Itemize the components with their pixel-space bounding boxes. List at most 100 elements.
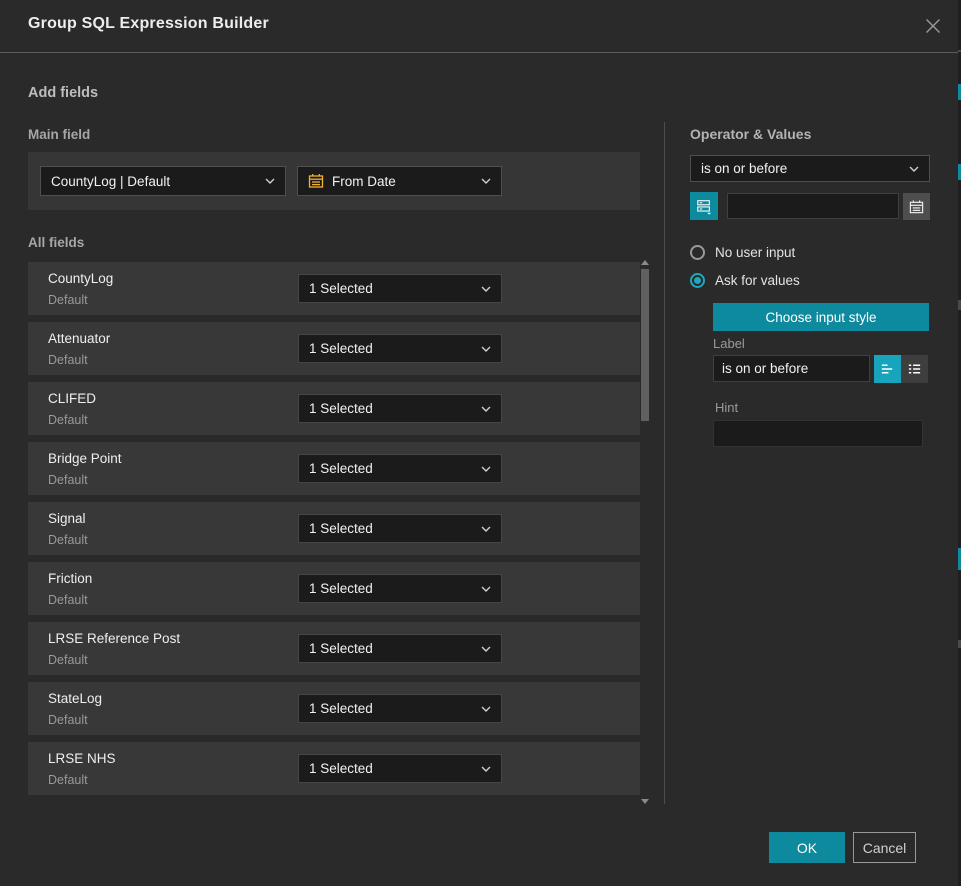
chevron-down-icon [481, 646, 491, 652]
field-row-attenuator: Attenuator Default 1 Selected [28, 322, 640, 375]
list-input-style-toggle[interactable] [901, 355, 928, 383]
dropdown-value: is on or before [701, 161, 909, 176]
ask-for-values-radio[interactable]: Ask for values [690, 273, 800, 288]
group-sql-expression-builder-dialog: Group SQL Expression Builder Add fields … [0, 0, 961, 886]
panel-divider [664, 122, 665, 804]
chevron-down-icon [481, 586, 491, 592]
field-subtitle: Default [48, 533, 88, 547]
field-subtitle: Default [48, 653, 88, 667]
field-subtitle: Default [48, 293, 88, 307]
radio-selected-icon [690, 273, 705, 288]
dropdown-value: 1 Selected [309, 581, 481, 596]
ok-button[interactable]: OK [769, 832, 845, 863]
fields-scrollbar[interactable] [640, 258, 650, 806]
main-field-layer-dropdown[interactable]: CountyLog | Default [40, 166, 286, 196]
dropdown-value: 1 Selected [309, 401, 481, 416]
hint-caption: Hint [715, 400, 738, 415]
field-subtitle: Default [48, 473, 88, 487]
chevron-down-icon [481, 706, 491, 712]
field-subtitle: Default [48, 353, 88, 367]
dropdown-value: 1 Selected [309, 641, 481, 656]
cancel-button[interactable]: Cancel [853, 832, 916, 863]
operator-values-heading: Operator & Values [690, 126, 811, 142]
hint-input[interactable] [713, 420, 923, 447]
label-input[interactable] [713, 355, 870, 382]
field-name: Bridge Point [48, 451, 122, 466]
all-fields-list: CountyLog Default 1 Selected Attenuator … [28, 262, 640, 802]
dropdown-value: 1 Selected [309, 521, 481, 536]
list-input-style-icon [907, 362, 922, 376]
field-row-signal: Signal Default 1 Selected [28, 502, 640, 555]
all-fields-heading: All fields [28, 235, 84, 250]
dialog-header: Group SQL Expression Builder [0, 0, 958, 53]
field-row-bridge-point: Bridge Point Default 1 Selected [28, 442, 640, 495]
field-name: Attenuator [48, 331, 110, 346]
close-button[interactable] [923, 16, 943, 36]
dropdown-value: 1 Selected [309, 761, 481, 776]
field-selection-dropdown[interactable]: 1 Selected [298, 514, 502, 543]
chevron-down-icon [481, 346, 491, 352]
date-picker-button[interactable] [903, 193, 930, 220]
main-field-bar: CountyLog | Default From Date [28, 152, 640, 210]
radio-label: No user input [715, 245, 795, 260]
field-row-statelog: StateLog Default 1 Selected [28, 682, 640, 735]
field-name: Friction [48, 571, 92, 586]
dropdown-value: CountyLog | Default [51, 174, 265, 189]
chevron-down-icon [481, 766, 491, 772]
radio-unselected-icon [690, 245, 705, 260]
dialog-title: Group SQL Expression Builder [28, 15, 269, 33]
dropdown-value: From Date [332, 174, 473, 189]
scroll-down-icon[interactable] [641, 799, 649, 804]
date-value-input[interactable] [727, 193, 899, 219]
value-input-style-icon [696, 197, 712, 216]
field-name: CLIFED [48, 391, 96, 406]
field-subtitle: Default [48, 593, 88, 607]
field-name: CountyLog [48, 271, 113, 286]
main-field-heading: Main field [28, 127, 90, 142]
field-selection-dropdown[interactable]: 1 Selected [298, 634, 502, 663]
field-selection-dropdown[interactable]: 1 Selected [298, 754, 502, 783]
no-user-input-radio[interactable]: No user input [690, 245, 795, 260]
main-field-field-dropdown[interactable]: From Date [297, 166, 502, 196]
radio-label: Ask for values [715, 273, 800, 288]
field-row-friction: Friction Default 1 Selected [28, 562, 640, 615]
chevron-down-icon [909, 166, 919, 172]
field-name: LRSE Reference Post [48, 631, 180, 646]
dropdown-value: 1 Selected [309, 461, 481, 476]
field-selection-dropdown[interactable]: 1 Selected [298, 574, 502, 603]
chevron-down-icon [481, 286, 491, 292]
choose-input-style-button[interactable]: Choose input style [713, 303, 929, 331]
field-row-lrse-nhs: LRSE NHS Default 1 Selected [28, 742, 640, 795]
input-style-toggle-group [874, 355, 928, 383]
operator-dropdown[interactable]: is on or before [690, 155, 930, 182]
add-fields-heading: Add fields [28, 85, 98, 101]
value-source-button[interactable] [690, 192, 718, 220]
label-caption: Label [713, 336, 745, 351]
field-selection-dropdown[interactable]: 1 Selected [298, 394, 502, 423]
field-row-lrse-reference-post: LRSE Reference Post Default 1 Selected [28, 622, 640, 675]
calendar-icon [909, 199, 924, 215]
field-name: LRSE NHS [48, 751, 116, 766]
field-subtitle: Default [48, 413, 88, 427]
dropdown-value: 1 Selected [309, 341, 481, 356]
scroll-up-icon[interactable] [641, 260, 649, 265]
text-input-style-toggle[interactable] [874, 355, 901, 383]
field-name: Signal [48, 511, 86, 526]
chevron-down-icon [481, 406, 491, 412]
text-input-style-icon [880, 362, 895, 376]
field-selection-dropdown[interactable]: 1 Selected [298, 334, 502, 363]
chevron-down-icon [481, 466, 491, 472]
chevron-down-icon [481, 526, 491, 532]
field-row-clifed: CLIFED Default 1 Selected [28, 382, 640, 435]
value-input-row [690, 192, 930, 220]
scrollbar-thumb[interactable] [641, 269, 649, 421]
field-selection-dropdown[interactable]: 1 Selected [298, 274, 502, 303]
chevron-down-icon [265, 178, 275, 184]
field-name: StateLog [48, 691, 102, 706]
field-selection-dropdown[interactable]: 1 Selected [298, 454, 502, 483]
chevron-down-icon [481, 178, 491, 184]
field-subtitle: Default [48, 713, 88, 727]
dropdown-value: 1 Selected [309, 701, 481, 716]
field-row-countylog: CountyLog Default 1 Selected [28, 262, 640, 315]
field-selection-dropdown[interactable]: 1 Selected [298, 694, 502, 723]
